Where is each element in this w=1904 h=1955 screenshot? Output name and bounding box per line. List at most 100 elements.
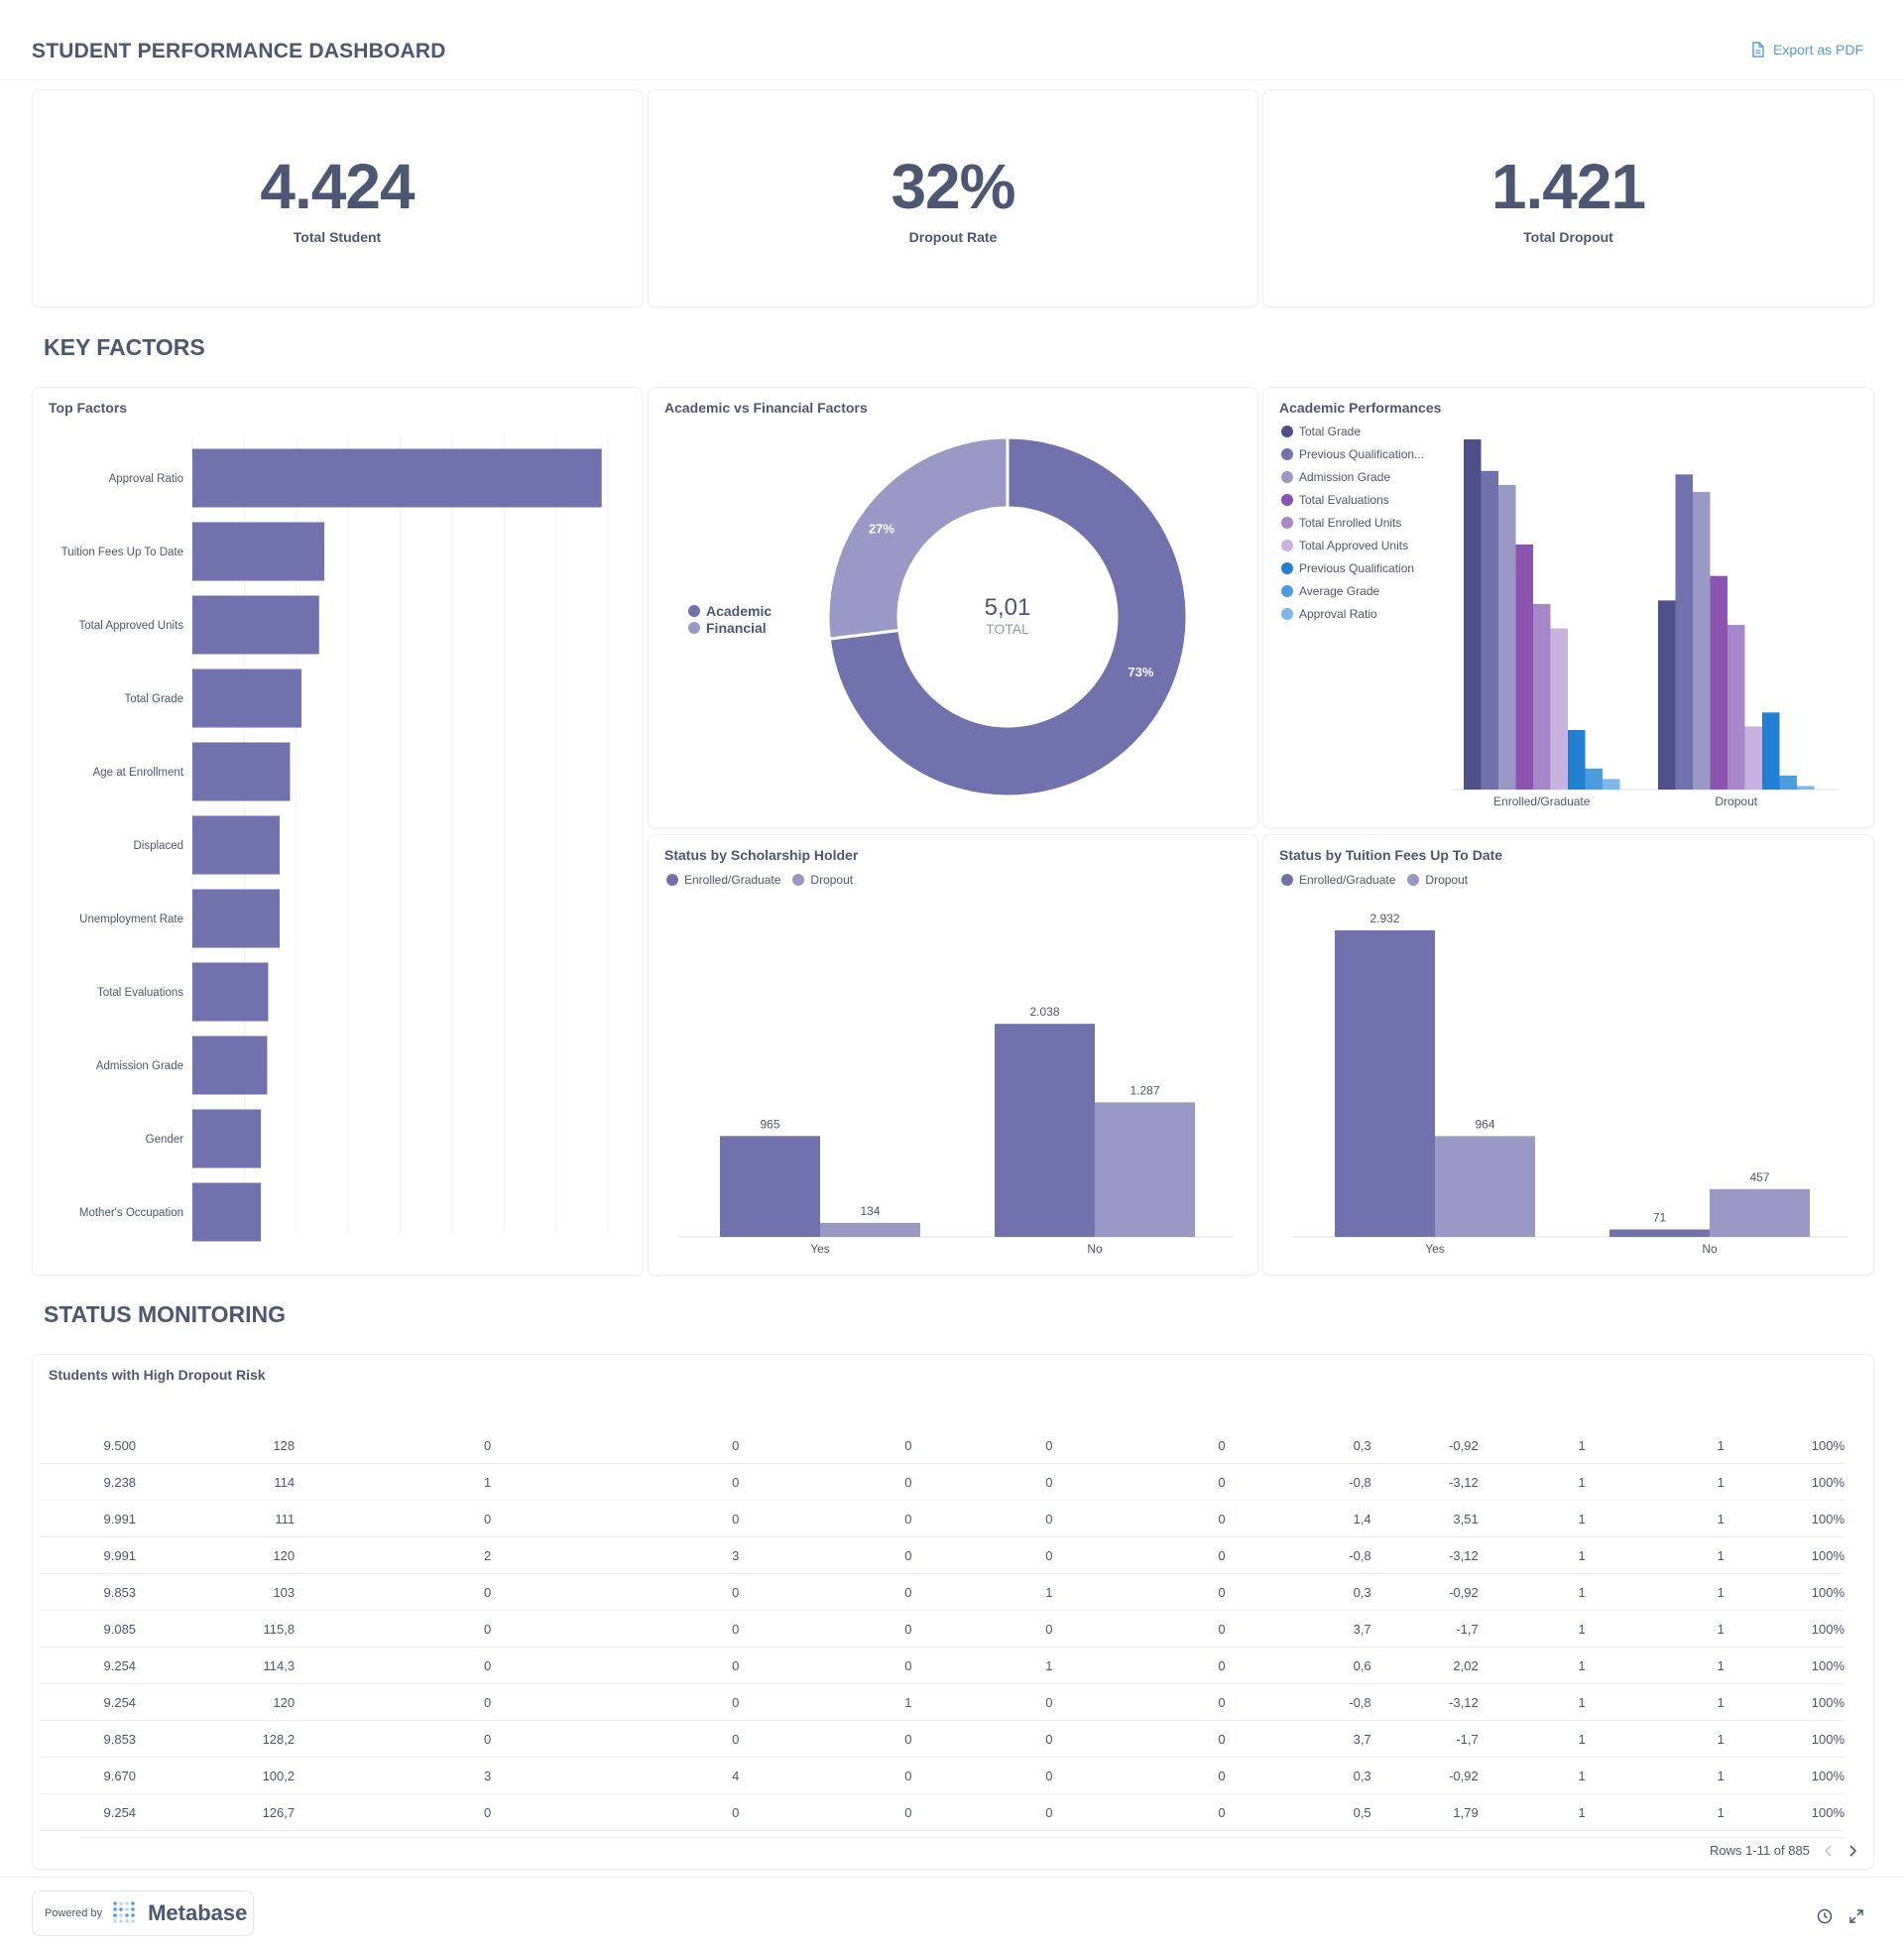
category-label: Total Approved Units xyxy=(79,620,184,632)
table-cell: 0 xyxy=(911,1683,1053,1721)
kpi-total-student-card: 4.424 Total Student xyxy=(32,89,643,307)
table-row[interactable]: 9.254 114,3 0 0 0 1 0 0,6 2,02 1 1 100% xyxy=(40,1647,1844,1684)
table-row[interactable]: 9.670 100,2 3 4 0 0 0 0,3 -0,92 1 1 100% xyxy=(40,1757,1844,1794)
table-row[interactable]: 9.853 128,2 0 0 0 0 0 3,7 -1,7 1 1 100% xyxy=(40,1720,1844,1758)
metabase-brand: Metabase xyxy=(148,1900,248,1925)
table-cell: 1 xyxy=(1478,1757,1586,1794)
table-row[interactable]: 9.853 103 0 0 0 1 0 0,3 -0,92 1 1 100% xyxy=(40,1573,1844,1611)
table-cell: 0 xyxy=(1052,1427,1226,1464)
table-cell: 9.853 xyxy=(40,1573,137,1611)
table-cell: 0 xyxy=(739,1757,912,1794)
table-cell: 0 xyxy=(1052,1683,1226,1721)
table-cell: -1,7 xyxy=(1370,1610,1479,1648)
table-cell: 1 xyxy=(1585,1610,1725,1648)
table-cell: 0 xyxy=(911,1793,1053,1831)
table-cell: 2,02 xyxy=(1370,1647,1479,1684)
table-cell: 100% xyxy=(1724,1573,1844,1611)
category-label: No xyxy=(1087,1242,1103,1256)
table-cell: 3,7 xyxy=(1225,1610,1371,1648)
bar xyxy=(1710,1188,1810,1237)
table-row[interactable]: 9.254 126,7 0 0 0 0 0 0,5 1,79 1 1 100% xyxy=(40,1793,1844,1831)
academic-vs-financial-card: Academic vs Financial Factors Academic F… xyxy=(648,387,1258,828)
section-key-factors: KEY FACTORS xyxy=(44,334,205,360)
chevron-left-icon[interactable] xyxy=(1824,1844,1834,1858)
powered-by-label: Powered by xyxy=(45,1907,103,1919)
category-label: Total Grade xyxy=(125,693,183,705)
bar xyxy=(1498,484,1516,790)
bar xyxy=(1533,603,1551,790)
table-cell: 1 xyxy=(1585,1720,1725,1758)
scholarship-card: Status by Scholarship Holder Enrolled/Gr… xyxy=(648,834,1258,1276)
table-cell: 0 xyxy=(1052,1610,1226,1648)
table-cell: 0 xyxy=(295,1573,492,1611)
table-cell: -0,92 xyxy=(1370,1573,1479,1611)
table-cell: 0 xyxy=(911,1610,1053,1648)
data-label: 2.038 xyxy=(1029,1005,1059,1019)
table-row[interactable]: 9.500 128 0 0 0 0 0 0,3 -0,92 1 1 100% xyxy=(40,1427,1844,1464)
category-label: Gender xyxy=(146,1134,184,1146)
table-cell: 1 xyxy=(911,1573,1053,1611)
table-cell: 0 xyxy=(739,1427,912,1464)
table-cell: 0 xyxy=(911,1720,1053,1758)
pagination: Rows 1-11 of 885 xyxy=(1710,1843,1857,1858)
table-cell: 100% xyxy=(1724,1536,1844,1574)
table-cell: 0 xyxy=(1052,1757,1226,1794)
powered-by-metabase[interactable]: Powered by Metabase xyxy=(32,1891,254,1936)
table-cell: -0,92 xyxy=(1370,1757,1479,1794)
chevron-right-icon[interactable] xyxy=(1847,1844,1857,1858)
kpi-value: 4.424 xyxy=(260,151,415,222)
export-pdf-button[interactable]: Export as PDF xyxy=(1751,42,1863,58)
bar xyxy=(1727,625,1745,790)
clock-icon[interactable] xyxy=(1817,1908,1833,1924)
table-cell: 0 xyxy=(911,1757,1053,1794)
table-cell: 1 xyxy=(1585,1427,1725,1464)
table-cell: 100% xyxy=(1724,1757,1844,1794)
table-cell: 0 xyxy=(491,1720,740,1758)
table-cell: 1 xyxy=(1585,1647,1725,1684)
table-cell: 9.853 xyxy=(40,1720,137,1758)
table-cell: 0 xyxy=(491,1793,740,1831)
table-cell: 1 xyxy=(1478,1427,1586,1464)
data-label: 134 xyxy=(860,1204,880,1218)
table-row[interactable]: 9.991 111 0 0 0 0 0 1,4 3,51 1 1 100% xyxy=(40,1500,1844,1537)
table-cell: 1,4 xyxy=(1225,1500,1371,1537)
table-cell: 0 xyxy=(739,1793,912,1831)
table-cell: 9.238 xyxy=(40,1463,137,1501)
table-cell: 1 xyxy=(1585,1573,1725,1611)
footer xyxy=(0,1877,1904,1955)
table-cell: 0 xyxy=(739,1610,912,1648)
bar xyxy=(192,1036,268,1095)
table-cell: 3,7 xyxy=(1225,1720,1371,1758)
table-cell: 0 xyxy=(295,1610,492,1648)
table-cell: 3 xyxy=(491,1536,740,1574)
table-row[interactable]: 9.254 120 0 0 1 0 0 -0,8 -3,12 1 1 100% xyxy=(40,1683,1844,1721)
bar xyxy=(1568,729,1586,790)
table-cell: 0,5 xyxy=(1225,1793,1371,1831)
table-row[interactable]: 9.238 114 1 0 0 0 0 -0,8 -3,12 1 1 100% xyxy=(40,1463,1844,1501)
export-pdf-label: Export as PDF xyxy=(1773,42,1864,58)
table-cell: 100% xyxy=(1724,1683,1844,1721)
risk-table: 9.500 128 0 0 0 0 0 0,3 -0,92 1 1 100% 9.238 114 1 0 0 0 0… xyxy=(40,1427,1844,1831)
page-title: STUDENT PERFORMANCE DASHBOARD xyxy=(32,40,446,62)
category-label: Yes xyxy=(1425,1242,1445,1256)
table-cell: 0 xyxy=(911,1536,1053,1574)
bar xyxy=(192,1109,262,1168)
table-cell: -0,8 xyxy=(1225,1463,1371,1501)
fullscreen-icon[interactable] xyxy=(1849,1909,1863,1923)
bar xyxy=(192,962,269,1022)
table-cell: 0 xyxy=(911,1427,1053,1464)
table-cell: 0 xyxy=(295,1793,492,1831)
table-cell: 128 xyxy=(136,1427,296,1464)
table-cell: 120 xyxy=(136,1536,296,1574)
table-cell: 126,7 xyxy=(136,1793,296,1831)
table-cell: 1 xyxy=(1585,1536,1725,1574)
data-label: 2.932 xyxy=(1369,912,1399,925)
bar xyxy=(192,669,301,728)
bar xyxy=(192,889,280,948)
table-row[interactable]: 9.991 120 2 3 0 0 0 -0,8 -3,12 1 1 100% xyxy=(40,1536,1844,1574)
table-row[interactable]: 9.085 115,8 0 0 0 0 0 3,7 -1,7 1 1 100% xyxy=(40,1610,1844,1648)
table-cell: 9.085 xyxy=(40,1610,137,1648)
table-cell: 0 xyxy=(491,1647,740,1684)
bar xyxy=(192,1182,262,1242)
top-factors-chart: Approval Ratio Tuition Fees Up To Date Tot… xyxy=(61,435,609,1242)
